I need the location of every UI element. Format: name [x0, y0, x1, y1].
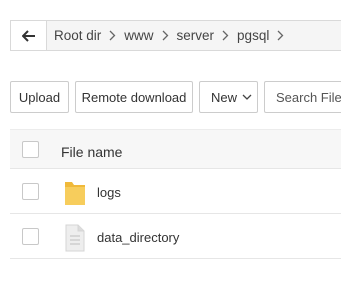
breadcrumb-root-dir[interactable]: Root dir — [54, 28, 101, 43]
toolbar: Upload Remote download New Search Files … — [10, 81, 341, 113]
new-dropdown-button[interactable]: New — [199, 81, 258, 113]
document-icon — [65, 224, 85, 252]
breadcrumb-items: Root dir www server pgsql — [47, 28, 292, 43]
file-name-data-directory[interactable]: data_directory — [97, 230, 179, 245]
file-name-column-header[interactable]: File name — [61, 144, 122, 160]
breadcrumb-server[interactable]: server — [177, 28, 215, 43]
select-all-checkbox[interactable] — [22, 141, 39, 158]
search-placeholder: Search Files or — [276, 89, 341, 105]
breadcrumb-pgsql[interactable]: pgsql — [237, 28, 269, 43]
file-name-logs[interactable]: logs — [97, 185, 121, 200]
back-button[interactable] — [11, 21, 47, 50]
chevron-right-icon — [109, 30, 116, 41]
file-manager: Root dir www server pgsql Upload Remote … — [0, 0, 341, 282]
file-list-header: File name — [10, 129, 341, 169]
row-checkbox[interactable] — [22, 228, 39, 245]
chevron-right-icon — [222, 30, 229, 41]
row-checkbox[interactable] — [22, 183, 39, 200]
file-list: File name logs data_directory — [10, 129, 341, 259]
chevron-right-icon — [162, 30, 169, 41]
new-button-label: New — [211, 89, 238, 105]
folder-icon — [65, 182, 85, 205]
breadcrumb-www[interactable]: www — [124, 28, 153, 43]
search-input[interactable]: Search Files or — [264, 81, 341, 113]
arrow-left-icon — [21, 29, 35, 42]
breadcrumb: Root dir www server pgsql — [10, 20, 341, 51]
upload-button[interactable]: Upload — [10, 81, 69, 113]
remote-download-button[interactable]: Remote download — [75, 81, 193, 113]
table-row[interactable]: data_directory — [10, 214, 341, 259]
chevron-right-icon — [277, 30, 284, 41]
chevron-down-icon — [242, 94, 252, 101]
table-row[interactable]: logs — [10, 169, 341, 214]
